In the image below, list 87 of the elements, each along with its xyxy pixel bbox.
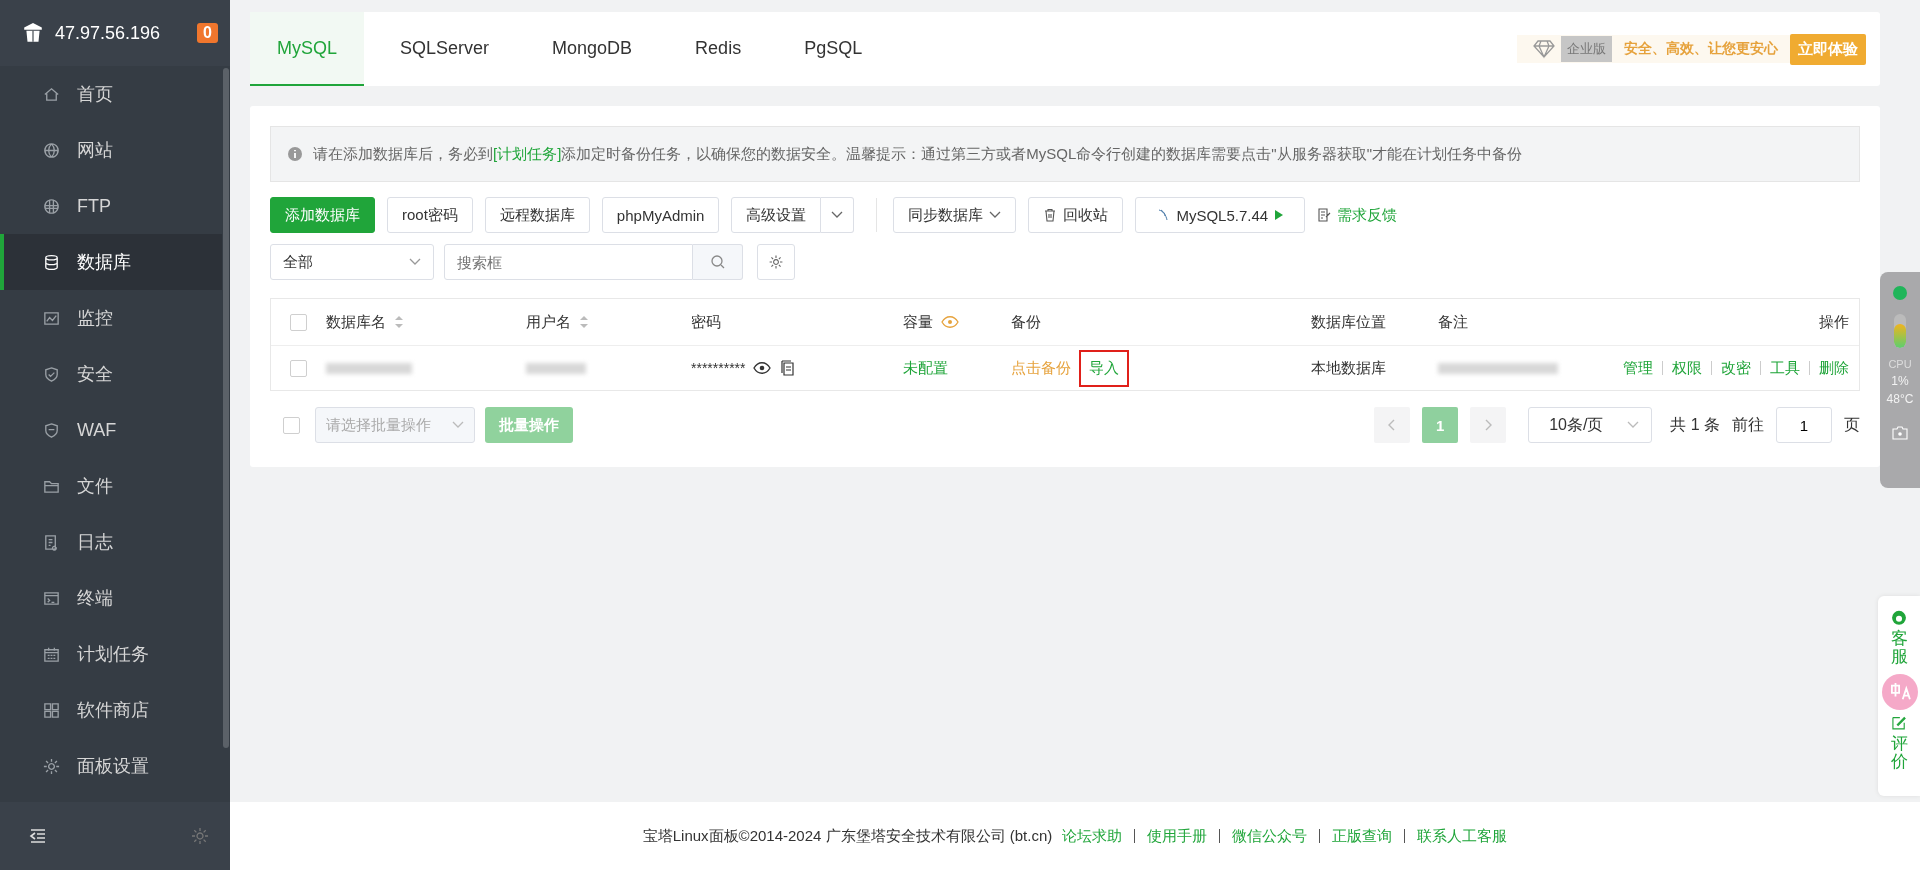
blurred-text (526, 362, 586, 374)
caret-icon (409, 258, 421, 266)
globe-grid-icon (42, 196, 61, 216)
database-type-tab[interactable]: SQLServer (373, 12, 517, 86)
translate-icon[interactable] (1882, 674, 1918, 710)
column-header: 容量 (903, 312, 933, 332)
sync-database-dropdown[interactable]: 同步数据库 (893, 197, 1017, 233)
sidebar-item[interactable]: 安全 (0, 346, 222, 402)
column-header: 备注 (1438, 312, 1468, 332)
column-header: 数据库位置 (1311, 312, 1386, 332)
category-select[interactable]: 全部 (270, 244, 434, 280)
collapse-menu-icon[interactable] (28, 826, 48, 846)
tower-logo-icon (22, 22, 44, 44)
page-unit: 页 (1844, 414, 1860, 435)
settings-icon (42, 756, 61, 776)
sidebar-item[interactable]: WAF (0, 402, 222, 458)
toolbar-button[interactable]: 远程数据库 (484, 197, 590, 233)
status-dot (1893, 286, 1907, 300)
goto-label: 前往 (1732, 414, 1764, 435)
sidebar-item[interactable]: 网站 (0, 122, 222, 178)
recycle-bin-button[interactable]: 回收站 (1028, 197, 1124, 233)
eye-icon[interactable] (753, 360, 772, 376)
sidebar-item[interactable]: 文件 (0, 458, 222, 514)
search-field[interactable]: 搜索框 (444, 244, 693, 280)
previous-page-button[interactable] (1374, 407, 1411, 443)
server-ip: 47.97.56.196 (55, 22, 162, 44)
database-type-tab[interactable]: MongoDB (525, 12, 660, 86)
sidebar-item[interactable]: 监控 (0, 290, 222, 346)
edit-icon[interactable] (1890, 715, 1908, 731)
copyright-text: 宝塔Linux面板©2014-2024 广东堡塔安全技术有限公司 (bt.cn) (642, 826, 1053, 846)
advanced-settings-button[interactable]: 高级设置 (731, 197, 822, 233)
settings-icon[interactable] (190, 826, 210, 846)
sort-icon[interactable] (579, 315, 589, 329)
sidebar-item[interactable]: 计划任务 (0, 626, 222, 682)
column-header: 数据库名 (326, 312, 386, 332)
column-header: 用户名 (526, 312, 571, 332)
cpu-temperature: 48°C (1886, 392, 1914, 406)
dropdown-button[interactable] (821, 197, 855, 233)
sort-icon[interactable] (394, 315, 404, 329)
mysql-version-button[interactable]: MySQL5.7.44 (1135, 197, 1306, 233)
caret-icon (1627, 421, 1640, 429)
caret-icon (831, 211, 844, 219)
settings-button[interactable] (757, 244, 795, 280)
chevron-left-icon (1388, 419, 1397, 431)
database-type-tab[interactable]: Redis (668, 12, 769, 86)
sidebar-item[interactable]: 日志 (0, 514, 222, 570)
chevron-right-icon (1484, 419, 1493, 431)
page-size-select[interactable]: 10条/页 (1528, 407, 1653, 443)
column-header: 密码 (691, 312, 721, 332)
column-header: 备份 (1011, 312, 1041, 332)
cpu-usage: 1% (1891, 374, 1909, 388)
note-icon (1317, 208, 1332, 222)
sidebar-item[interactable]: 数据库 (0, 234, 222, 290)
settings-icon (768, 254, 784, 270)
select-all-checkbox[interactable] (290, 313, 307, 331)
toolbar-button[interactable]: phpMyAdmin (601, 197, 720, 233)
notice-text: 请在添加数据库后，务必到[计划任务]添加定时备份任务，以确保您的数据安全。温馨提示：通过第三方或者MySQL命令行创建的数据库需要点击"从服务器获取"才能在计划任务中备份 (313, 144, 1522, 164)
sidebar-item[interactable]: FTP (0, 178, 222, 234)
caret-icon (452, 421, 464, 429)
next-page-button[interactable] (1470, 407, 1507, 443)
row-checkbox[interactable] (290, 359, 307, 377)
column-header: 操作 (1819, 312, 1849, 332)
info-icon (287, 146, 303, 162)
database-type-tab[interactable]: PgSQL (777, 12, 890, 86)
scrollbar[interactable] (223, 68, 229, 748)
sidebar-item[interactable]: 软件商店 (0, 682, 222, 738)
edition-label: 企业版 (1561, 36, 1612, 62)
total-count: 共 1 条 (1670, 414, 1720, 435)
sidebar-item[interactable]: 终端 (0, 570, 222, 626)
globe-icon (42, 140, 61, 160)
search-icon (709, 254, 726, 270)
page-input[interactable]: 1 (1776, 407, 1832, 443)
caret-icon (989, 211, 1002, 219)
password-text: ********** (691, 360, 746, 376)
location-text: 本地数据库 (1311, 358, 1386, 378)
play-icon (1274, 209, 1285, 221)
shield-icon (42, 420, 61, 440)
search-button[interactable] (693, 244, 743, 280)
toolbar-button[interactable]: root密码 (387, 197, 473, 233)
sidebar-item[interactable]: 面板设置 (0, 738, 222, 794)
trash-icon (1043, 208, 1058, 222)
sidebar-item[interactable]: 首页 (0, 66, 222, 122)
grid-icon (42, 700, 61, 720)
shield-icon (42, 364, 61, 384)
promo-slogan: 安全、高效、让您更安心 (1623, 40, 1779, 58)
camera-icon[interactable] (1892, 426, 1908, 440)
database-icon (42, 252, 61, 272)
